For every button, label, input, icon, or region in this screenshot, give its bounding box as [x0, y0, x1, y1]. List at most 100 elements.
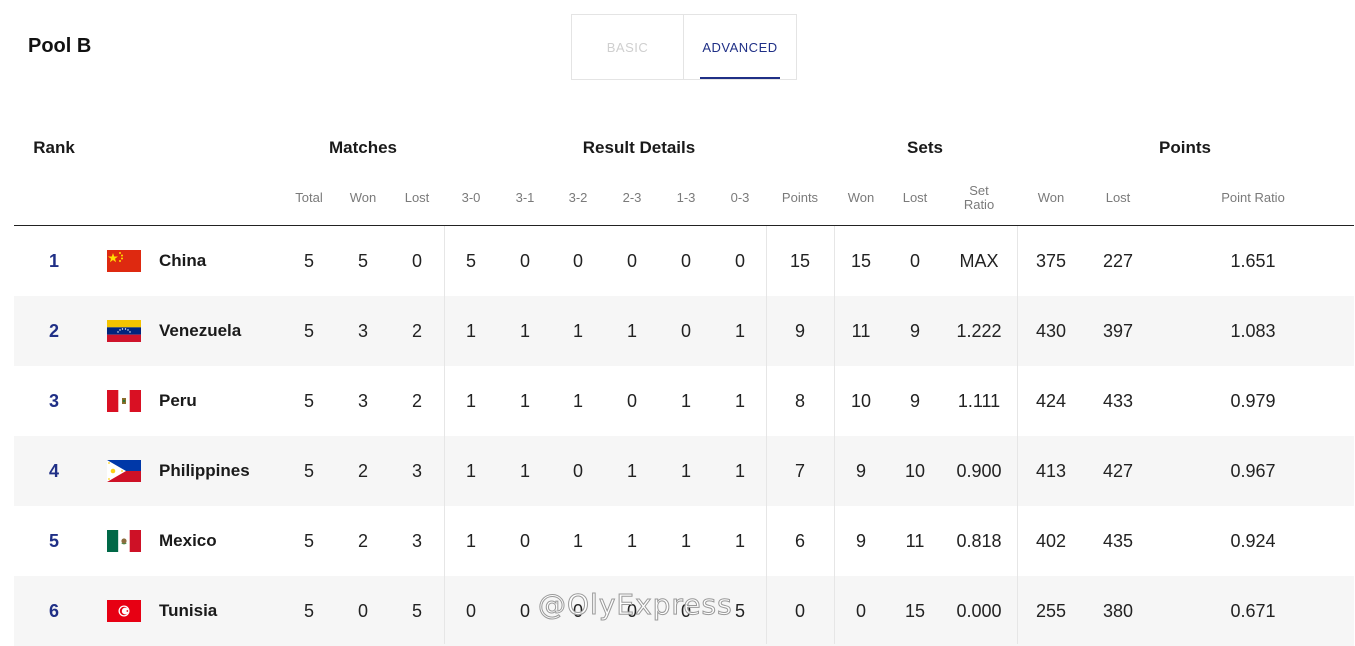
- col-header-sets-won[interactable]: Won: [848, 191, 875, 205]
- cell-pts-lost: 427: [1102, 461, 1134, 481]
- venezuela-flag: [107, 320, 141, 342]
- cell-r32: 0: [572, 461, 584, 481]
- cell-point-ratio: 0.924: [1230, 531, 1276, 551]
- table-row[interactable]: 3 Peru 5 3 2 1 1 1 0 1 1 8 10 9 1.111 424 433 0.979: [14, 366, 1354, 436]
- col-header-0-3[interactable]: 0-3: [731, 191, 750, 205]
- cell-point-ratio: 1.083: [1230, 321, 1276, 341]
- cell-pts-won: 424: [1035, 391, 1067, 411]
- tab-advanced-label: ADVANCED: [702, 39, 778, 55]
- cell-sets-lost: 11: [905, 531, 925, 551]
- country-name[interactable]: Mexico: [159, 506, 217, 576]
- cell-pts-won: 375: [1035, 251, 1067, 271]
- view-tabs: BASIC ADVANCED: [571, 14, 797, 80]
- country-name[interactable]: Venezuela: [159, 296, 241, 366]
- col-header-total[interactable]: Total: [295, 191, 322, 205]
- cell-r23: 0: [626, 391, 638, 411]
- col-header-3-0[interactable]: 3-0: [462, 191, 481, 205]
- cell-r30: 1: [465, 321, 477, 341]
- cell-set-ratio: 1.222: [956, 321, 1002, 341]
- cell-r03: 5: [734, 601, 746, 621]
- set-ratio-line1: Set: [969, 183, 989, 198]
- cell-point-ratio: 0.967: [1230, 461, 1276, 481]
- watermark: @OlyExpress: [538, 588, 733, 622]
- table-row[interactable]: 5 Mexico 5 2 3 1 0 1 1 1 1 6 9 11 0.818 402 435 0.924: [14, 506, 1354, 576]
- cell-point-ratio: 0.979: [1230, 391, 1276, 411]
- cell-r30: 1: [465, 531, 477, 551]
- cell-set-ratio: MAX: [959, 251, 999, 271]
- column-divider: [834, 226, 835, 644]
- col-header-lost[interactable]: Lost: [405, 191, 430, 205]
- col-header-points-won[interactable]: Won: [1038, 191, 1065, 205]
- cell-r13: 0: [680, 251, 692, 271]
- col-header-point-ratio[interactable]: Point Ratio: [1221, 191, 1285, 205]
- cell-sets-won: 15: [850, 251, 872, 271]
- pool-title: Pool B: [28, 35, 92, 57]
- cell-won: 2: [357, 461, 369, 481]
- cell-lost: 3: [411, 531, 423, 551]
- cell-total: 5: [303, 601, 315, 621]
- cell-r31: 0: [519, 251, 531, 271]
- country-name[interactable]: China: [159, 226, 206, 296]
- cell-total: 5: [303, 461, 315, 481]
- rank-value: 1: [48, 251, 60, 271]
- cell-lost: 0: [411, 251, 423, 271]
- cell-set-ratio: 0.818: [956, 531, 1002, 551]
- country-name[interactable]: Tunisia: [159, 576, 217, 646]
- col-header-3-1[interactable]: 3-1: [516, 191, 535, 205]
- sets-header: Sets: [907, 138, 943, 157]
- cell-points: 8: [794, 391, 806, 411]
- cell-sets-won: 9: [855, 461, 867, 481]
- cell-r13: 1: [680, 391, 692, 411]
- cell-pts-lost: 227: [1102, 251, 1134, 271]
- active-tab-underline: [700, 77, 780, 79]
- table-row[interactable]: 1 China 5 5 0 5 0 0 0 0 0 15 15 0 MAX 375 227 1.651: [14, 226, 1354, 296]
- cell-pts-lost: 435: [1102, 531, 1134, 551]
- cell-point-ratio: 1.651: [1230, 251, 1276, 271]
- cell-sets-lost: 9: [909, 321, 921, 341]
- cell-r23: 1: [626, 531, 638, 551]
- cell-pts-won: 255: [1035, 601, 1067, 621]
- peru-flag: [107, 390, 141, 412]
- col-header-1-3[interactable]: 1-3: [677, 191, 696, 205]
- cell-sets-won: 11: [851, 321, 871, 341]
- table-row[interactable]: 4 Philippines 5 2 3 1 1 0 1 1 1 7 9 10 0.900 413 427 0.96…: [14, 436, 1354, 506]
- col-header-points[interactable]: Points: [782, 191, 818, 205]
- rank-value: 3: [48, 391, 60, 411]
- col-header-won[interactable]: Won: [350, 191, 377, 205]
- table-row[interactable]: 2 Venezuela 5 3 2 1 1 1 1 0 1 9 11 9 1.222 430 397 1.083: [14, 296, 1354, 366]
- cell-total: 5: [303, 321, 315, 341]
- tab-advanced[interactable]: ADVANCED: [684, 15, 796, 79]
- col-header-2-3[interactable]: 2-3: [623, 191, 642, 205]
- country-name[interactable]: Philippines: [159, 436, 250, 506]
- col-header-3-2[interactable]: 3-2: [569, 191, 588, 205]
- column-divider: [1017, 226, 1018, 644]
- col-header-points-lost[interactable]: Lost: [1106, 191, 1131, 205]
- col-header-sets-lost[interactable]: Lost: [903, 191, 928, 205]
- cell-r30: 1: [465, 391, 477, 411]
- cell-sets-won: 10: [850, 391, 872, 411]
- cell-points: 15: [789, 251, 811, 271]
- cell-sets-won: 9: [855, 531, 867, 551]
- cell-set-ratio: 0.000: [956, 601, 1002, 621]
- col-header-set-ratio[interactable]: Set Ratio: [964, 184, 994, 212]
- tab-basic[interactable]: BASIC: [572, 15, 684, 79]
- cell-set-ratio: 1.111: [957, 391, 1001, 411]
- cell-pts-won: 413: [1035, 461, 1067, 481]
- cell-lost: 5: [411, 601, 423, 621]
- cell-sets-won: 0: [855, 601, 867, 621]
- cell-r23: 1: [626, 321, 638, 341]
- rank-header[interactable]: Rank: [33, 138, 75, 158]
- cell-r30: 5: [465, 251, 477, 271]
- cell-pts-lost: 433: [1102, 391, 1134, 411]
- cell-sets-lost: 9: [909, 391, 921, 411]
- cell-r13: 0: [680, 321, 692, 341]
- cell-won: 3: [357, 391, 369, 411]
- cell-points: 9: [794, 321, 806, 341]
- country-name[interactable]: Peru: [159, 366, 197, 436]
- philippines-flag: [107, 460, 141, 482]
- cell-r31: 1: [519, 321, 531, 341]
- column-divider: [766, 226, 767, 644]
- cell-sets-lost: 0: [909, 251, 921, 271]
- cell-r13: 1: [680, 531, 692, 551]
- cell-pts-won: 430: [1035, 321, 1067, 341]
